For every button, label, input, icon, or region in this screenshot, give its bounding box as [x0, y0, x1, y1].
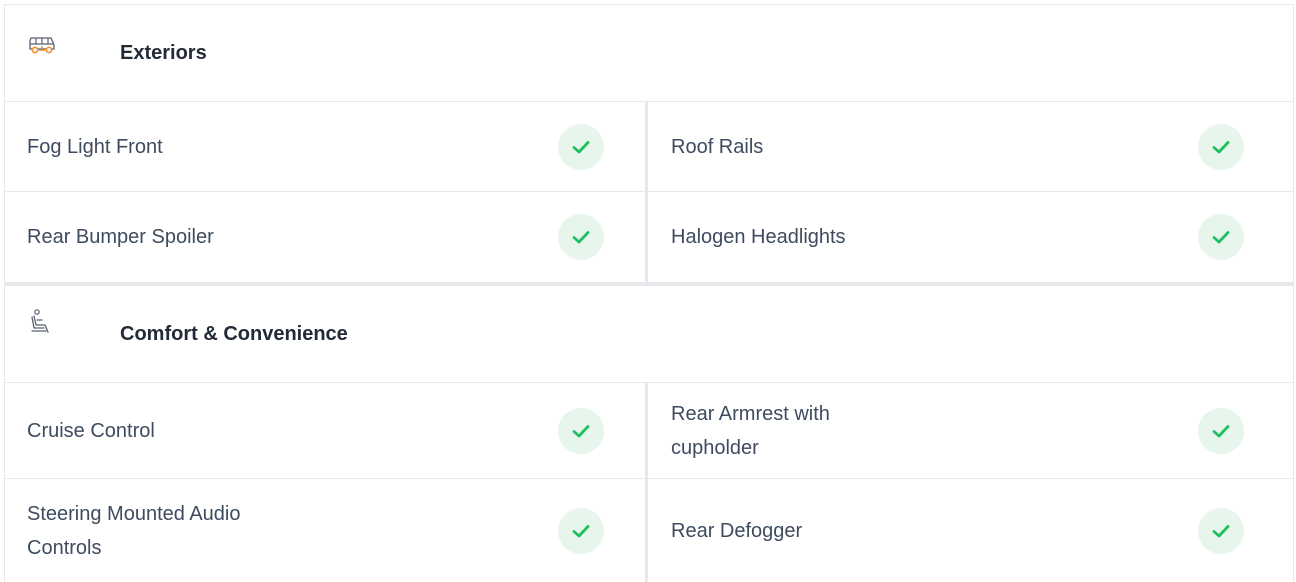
check-icon — [1198, 407, 1244, 454]
table-row: Rear Bumper Spoiler Halogen Headlights — [5, 192, 1293, 282]
feature-label: Roof Rails — [671, 135, 764, 158]
check-icon — [1198, 507, 1244, 554]
feature-label: Halogen Headlights — [671, 226, 846, 248]
table-row: Fog Light Front Roof Rails — [5, 102, 1293, 192]
table-row: Cruise Control Rear Armrest with cuphold… — [5, 383, 1293, 479]
features-table: Exteriors Fog Light Front Roof Rails Rea… — [4, 4, 1294, 582]
car-exterior-icon — [27, 29, 57, 59]
section-header-comfort: Comfort & Convenience — [5, 286, 1293, 383]
check-icon — [558, 214, 604, 260]
feature-cell: Rear Defogger — [648, 479, 1293, 582]
check-icon — [1198, 123, 1244, 170]
section-title: Exteriors — [120, 41, 207, 64]
feature-cell: Halogen Headlights — [648, 192, 1293, 282]
check-icon — [1198, 214, 1244, 260]
feature-cell: Rear Bumper Spoiler — [5, 192, 648, 282]
feature-label: Rear Armrest with cupholder — [671, 402, 830, 459]
feature-label: Rear Defogger — [671, 519, 803, 542]
feature-label: Fog Light Front — [27, 135, 163, 158]
check-icon — [558, 507, 604, 554]
feature-cell: Rear Armrest with cupholder — [648, 383, 1293, 478]
check-icon — [558, 123, 604, 170]
feature-label: Steering Mounted Audio Controls — [27, 502, 241, 559]
feature-label: Rear Bumper Spoiler — [27, 226, 214, 248]
feature-cell: Fog Light Front — [5, 102, 648, 191]
section-title: Comfort & Convenience — [120, 322, 348, 345]
feature-cell: Steering Mounted Audio Controls — [5, 479, 648, 582]
feature-cell: Roof Rails — [648, 102, 1293, 191]
section-header-exteriors: Exteriors — [5, 5, 1293, 102]
feature-label: Cruise Control — [27, 419, 155, 442]
check-icon — [558, 407, 604, 454]
feature-cell: Cruise Control — [5, 383, 648, 478]
table-row: Steering Mounted Audio Controls Rear Def… — [5, 479, 1293, 582]
car-seat-icon — [27, 308, 57, 338]
